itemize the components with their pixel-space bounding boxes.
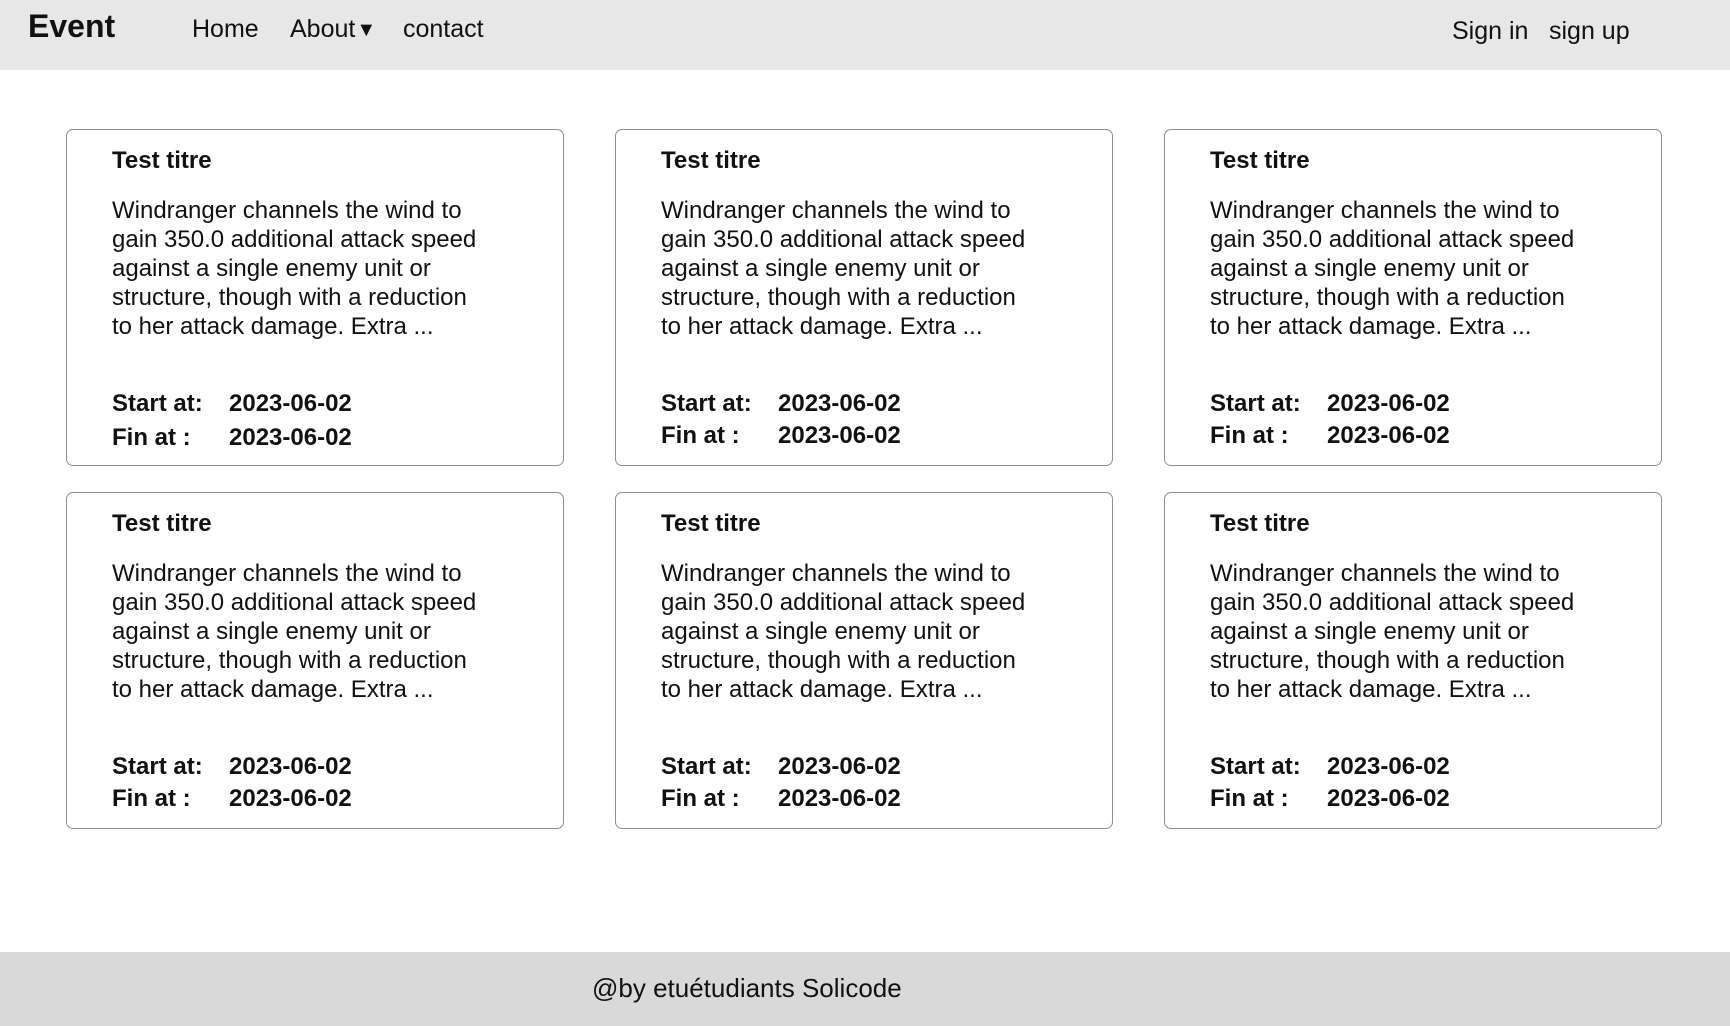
finish-date-row: Fin at : 2023-06-02	[1210, 783, 1630, 815]
event-card[interactable]: Test titre Windranger channels the wind …	[615, 129, 1113, 466]
finish-label: Fin at :	[112, 424, 191, 451]
brand-logo[interactable]: Event	[28, 6, 115, 46]
finish-date-row: Fin at : 2023-06-02	[1210, 420, 1630, 452]
event-description: Windranger channels the wind to gain 350…	[112, 560, 477, 703]
nav-about-label: About	[290, 15, 356, 43]
start-date-row: Start at: 2023-06-02	[661, 388, 1081, 420]
finish-date: 2023-06-02	[1327, 785, 1450, 812]
caret-down-icon: ▼	[356, 19, 377, 41]
start-date: 2023-06-02	[1327, 390, 1450, 417]
finish-label: Fin at :	[661, 785, 740, 812]
finish-date-row: Fin at : 2023-06-02	[661, 783, 1081, 815]
event-title: Test titre	[112, 147, 212, 174]
finish-date: 2023-06-02	[778, 785, 901, 812]
nav-contact-link[interactable]: contact	[403, 11, 484, 47]
finish-date: 2023-06-02	[1327, 422, 1450, 449]
finish-label: Fin at :	[661, 422, 740, 449]
start-date-row: Start at: 2023-06-02	[1210, 751, 1630, 783]
start-date-row: Start at: 2023-06-02	[1210, 388, 1630, 420]
event-description: Windranger channels the wind to gain 350…	[1210, 197, 1575, 340]
top-navbar: Event Home About▼ contact Sign in sign u…	[0, 0, 1730, 70]
event-card[interactable]: Test titre Windranger channels the wind …	[615, 492, 1113, 829]
finish-label: Fin at :	[1210, 785, 1289, 812]
start-date: 2023-06-02	[1327, 753, 1450, 780]
nav-home-link[interactable]: Home	[192, 11, 259, 47]
start-date-row: Start at: 2023-06-02	[661, 751, 1081, 783]
event-card[interactable]: Test titre Windranger channels the wind …	[66, 129, 564, 466]
event-description: Windranger channels the wind to gain 350…	[661, 197, 1026, 340]
start-label: Start at:	[1210, 753, 1301, 780]
start-label: Start at:	[112, 390, 203, 417]
finish-date: 2023-06-02	[229, 424, 352, 451]
start-label: Start at:	[112, 753, 203, 780]
event-description: Windranger channels the wind to gain 350…	[661, 560, 1026, 703]
event-title: Test titre	[1210, 147, 1310, 174]
finish-date: 2023-06-02	[778, 422, 901, 449]
start-date: 2023-06-02	[778, 390, 901, 417]
start-label: Start at:	[661, 390, 752, 417]
page-footer: @by etuétudiants Solicode	[0, 952, 1730, 1026]
event-description: Windranger channels the wind to gain 350…	[1210, 560, 1575, 703]
event-title: Test titre	[661, 147, 761, 174]
start-date-row: Start at: 2023-06-02	[112, 751, 532, 783]
sign-in-link[interactable]: Sign in	[1452, 14, 1528, 48]
event-card[interactable]: Test titre Windranger channels the wind …	[66, 492, 564, 829]
finish-date-row: Fin at : 2023-06-02	[112, 422, 532, 454]
start-label: Start at:	[1210, 390, 1301, 417]
finish-date-row: Fin at : 2023-06-02	[112, 783, 532, 815]
event-title: Test titre	[661, 510, 761, 537]
start-date: 2023-06-02	[229, 390, 352, 417]
finish-date: 2023-06-02	[229, 785, 352, 812]
finish-label: Fin at :	[1210, 422, 1289, 449]
event-title: Test titre	[112, 510, 212, 537]
event-card[interactable]: Test titre Windranger channels the wind …	[1164, 492, 1662, 829]
event-title: Test titre	[1210, 510, 1310, 537]
event-card[interactable]: Test titre Windranger channels the wind …	[1164, 129, 1662, 466]
nav-about-dropdown[interactable]: About▼	[290, 11, 376, 48]
start-date: 2023-06-02	[778, 753, 901, 780]
finish-date-row: Fin at : 2023-06-02	[661, 420, 1081, 452]
sign-up-link[interactable]: sign up	[1549, 14, 1630, 48]
finish-label: Fin at :	[112, 785, 191, 812]
start-date: 2023-06-02	[229, 753, 352, 780]
start-date-row: Start at: 2023-06-02	[112, 388, 532, 420]
footer-credit: @by etuétudiants Solicode	[592, 973, 902, 1003]
start-label: Start at:	[661, 753, 752, 780]
event-description: Windranger channels the wind to gain 350…	[112, 197, 477, 340]
